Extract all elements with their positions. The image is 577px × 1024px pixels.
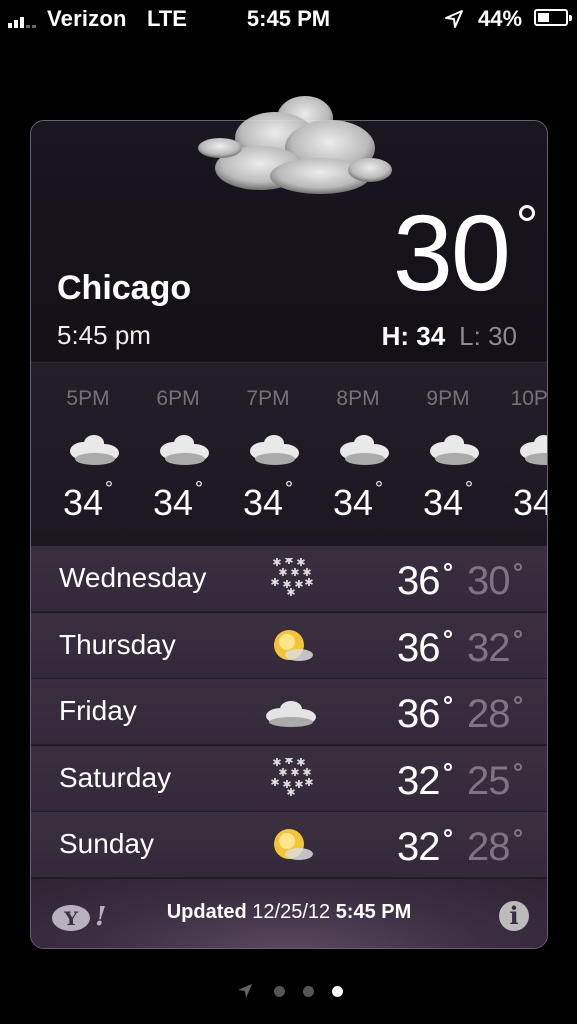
hour-label: 5PM	[66, 387, 110, 410]
high-temperature: 36	[397, 559, 452, 604]
snow-icon: ✱ ✱ ✱✱ ✱ ✱✱ ✱ ✱ ✱✱	[270, 758, 313, 799]
low-temperature: 28	[467, 825, 522, 870]
day-name: Friday	[59, 695, 137, 727]
hour-3: 8PM 34 °	[313, 363, 403, 546]
low-temperature: 25	[467, 759, 522, 804]
card-footer: Y ! Updated 12/25/12 5:45 PM i	[31, 878, 547, 948]
hour-4: 9PM 34 °	[403, 363, 493, 546]
forecast-row-sunday: Sunday 32 28	[31, 812, 547, 879]
updated-time: 5:45 PM	[335, 901, 412, 923]
snow-icon: ✱ ✱ ✱✱ ✱ ✱✱ ✱ ✱ ✱✱	[270, 558, 313, 599]
weather-card[interactable]: Chicago 5:45 pm 30 H: 34 L: 30 5PM 34 ° 6PM 3…	[30, 120, 548, 949]
cloudy-icon	[198, 96, 392, 194]
degree-symbol	[519, 205, 535, 221]
low-temperature: 32	[467, 626, 522, 671]
hour-label: 7PM	[246, 387, 290, 410]
current-temperature: 30	[392, 192, 511, 313]
page-dot-3[interactable]	[332, 986, 343, 997]
info-button[interactable]: i	[499, 901, 529, 931]
day-name: Sunday	[59, 828, 154, 860]
day-name: Thursday	[59, 628, 176, 660]
hourly-forecast[interactable]: 5PM 34° 6PM 34° 7PM 34° 8PM 34° 9PM 34° 10PM 34°	[31, 362, 547, 547]
location-page-icon[interactable]	[237, 983, 253, 999]
high-temperature: 32	[397, 759, 452, 804]
cloud-icon	[430, 435, 479, 465]
forecast-row-thursday: Thursday 36 32	[31, 612, 547, 679]
hour-temperature: 34°	[512, 482, 547, 523]
partly-sunny-icon	[274, 629, 313, 661]
page-dot-1[interactable]	[274, 986, 285, 997]
day-name: Wednesday	[59, 562, 207, 593]
hour-2: 7PM 34 °	[223, 363, 313, 546]
location-arrow-icon	[445, 10, 463, 28]
page-indicator[interactable]	[0, 982, 577, 1002]
forecast-row-friday: Friday 36 28	[31, 679, 547, 746]
svg-text:✱: ✱	[294, 578, 303, 591]
hour-label: 8PM	[336, 387, 380, 410]
status-bar: Verizon LTE 5:45 PM 44%	[0, 0, 577, 40]
cloud-icon	[70, 435, 119, 465]
cloud-icon	[266, 701, 316, 728]
hour-temperature: 34°	[152, 478, 204, 523]
cloud-icon	[250, 435, 299, 465]
svg-text:✱: ✱	[270, 776, 279, 789]
forecast-row-wednesday: Wednesday ✱ ✱ ✱ ✱ ✱ ✱ ✱ ✱ ✱ ✱ ✱ 36 30	[31, 546, 547, 612]
partly-sunny-icon	[274, 829, 313, 861]
forecast-row-saturday: Saturday ✱ ✱ ✱ ✱ ✱ ✱ ✱ ✱ ✱ ✱ ✱ 32 25	[31, 745, 547, 812]
hour-temperature: 34°	[242, 478, 294, 523]
updated-label: Updated	[166, 901, 247, 923]
svg-text:✱: ✱	[304, 776, 313, 789]
page-dot-2[interactable]	[303, 986, 314, 997]
hour-temperature: 34°	[332, 478, 384, 523]
low-temperature: 28	[467, 692, 522, 737]
high-temperature: 32	[397, 825, 452, 870]
hour-0: 5PM 34 °	[43, 363, 133, 546]
high-low: H: 34 L: 30	[382, 321, 517, 352]
svg-text:✱: ✱	[286, 786, 295, 799]
svg-text:✱: ✱	[304, 576, 313, 589]
high-temperature: 36	[397, 692, 452, 737]
city-name: Chicago	[57, 269, 192, 307]
last-updated: Updated 12/25/12 5:45 PM	[31, 901, 547, 924]
svg-text:✱: ✱	[270, 576, 279, 589]
hour-5: 10PM 34°	[493, 363, 548, 546]
hour-temperature: 34°	[422, 478, 474, 523]
local-time: 5:45 pm	[57, 320, 151, 350]
hour-label: 6PM	[156, 387, 200, 410]
high-temperature: 36	[397, 626, 452, 671]
hour-label: 9PM	[426, 387, 470, 410]
day-name: Saturday	[59, 761, 172, 793]
cloud-icon	[160, 435, 209, 465]
cloud-icon	[340, 435, 389, 465]
low-temperature: 30	[467, 559, 522, 604]
battery-percent: 44%	[478, 6, 523, 31]
cloud-icon	[520, 435, 547, 465]
hour-1: 6PM 34 °	[133, 363, 223, 546]
svg-text:✱: ✱	[294, 778, 303, 791]
hour-temperature: 34°	[62, 478, 114, 523]
hour-label: 10PM	[510, 387, 548, 410]
low-temperature: L: 30	[459, 321, 517, 351]
updated-date: 12/25/12	[252, 901, 331, 923]
high-temperature: H: 34	[381, 321, 446, 351]
battery-icon	[534, 9, 572, 26]
svg-text:✱: ✱	[286, 586, 295, 599]
